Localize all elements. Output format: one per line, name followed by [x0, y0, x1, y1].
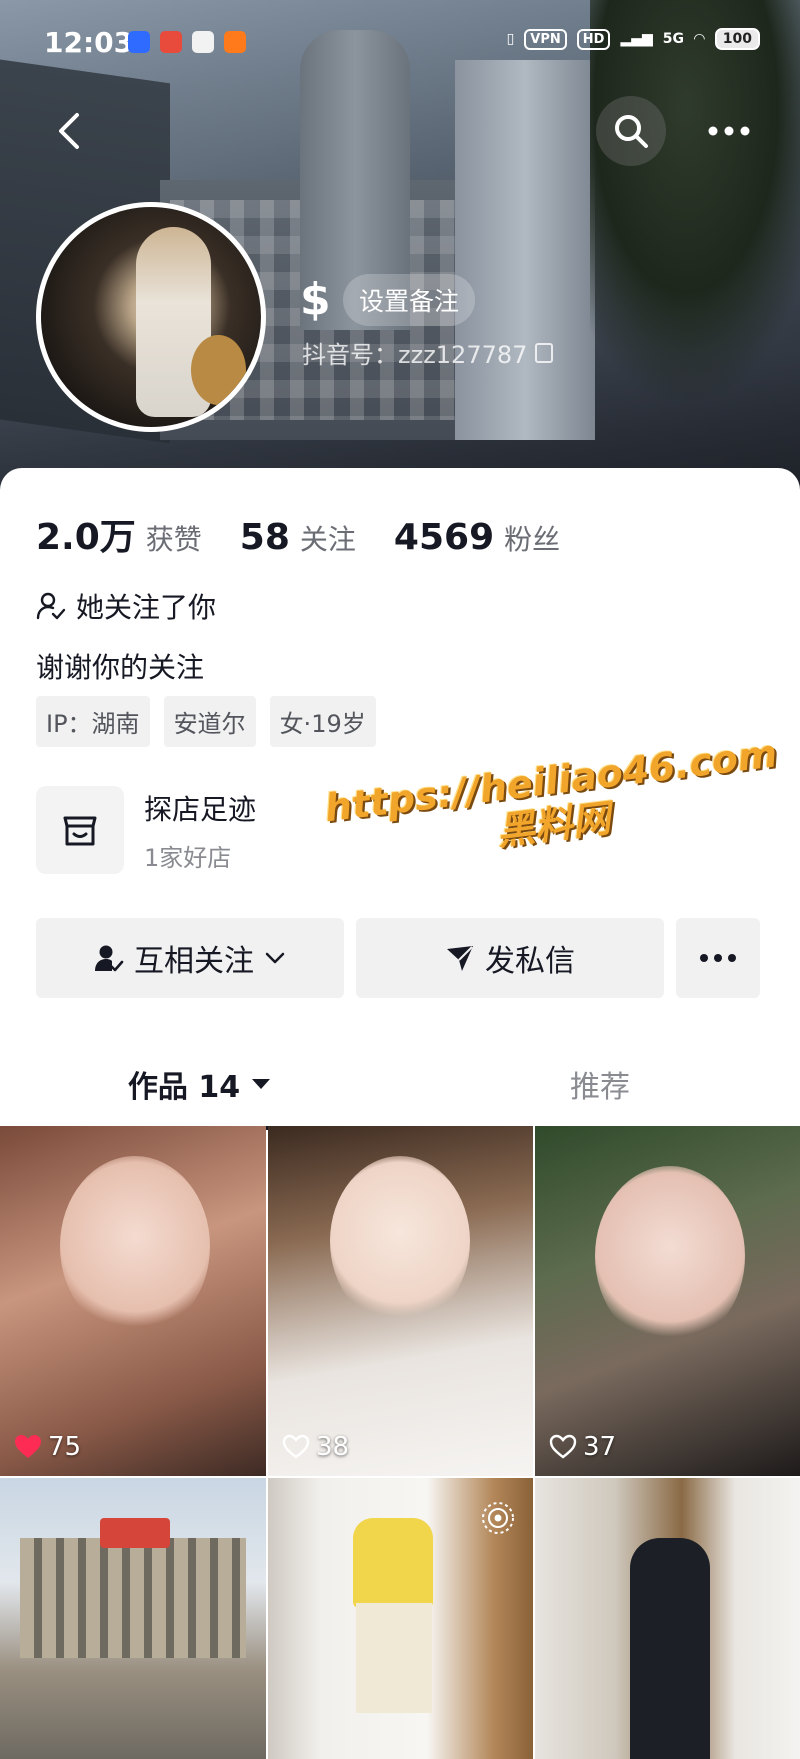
profile-tags: IP：湖南 安道尔 女·19岁	[36, 696, 376, 747]
post-likes: 75	[14, 1432, 81, 1462]
avatar[interactable]	[36, 202, 266, 432]
vibrate-icon: ▯	[506, 31, 515, 47]
tab-recommend[interactable]: 推荐	[400, 1044, 800, 1124]
heart-outline-icon	[282, 1434, 310, 1459]
post-thumbnail[interactable]	[268, 1478, 533, 1759]
post-likes-count: 37	[583, 1432, 617, 1462]
post-image-emblem	[100, 1518, 170, 1548]
post-likes-count: 75	[48, 1432, 82, 1462]
mutual-follow-button[interactable]: 互相关注	[36, 918, 344, 998]
post-thumbnail[interactable]	[535, 1478, 800, 1759]
follows-you-indicator: 她关注了你	[36, 586, 216, 626]
profile-actions: 互相关注 发私信	[36, 918, 760, 998]
battery-indicator: 100	[714, 28, 760, 50]
post-thumbnail[interactable]: 37	[535, 1126, 800, 1476]
post-likes: 38	[282, 1432, 349, 1462]
post-likes: 37	[549, 1432, 616, 1462]
shop-subtitle: 1家好店	[144, 843, 232, 872]
store-notification-icon	[224, 31, 246, 53]
shop-visits-entry[interactable]: 探店足迹 1家好店	[36, 786, 256, 874]
wechat-notification-icon	[192, 31, 214, 53]
following-label: 关注	[299, 523, 356, 556]
caret-down-icon	[252, 1079, 271, 1089]
post-likes-count: 38	[316, 1432, 350, 1462]
status-time: 12:03	[44, 26, 134, 59]
post-image-skirt	[356, 1603, 432, 1713]
username-symbol: $	[300, 274, 331, 325]
back-button[interactable]	[35, 96, 105, 166]
mutual-follow-label: 互相关注	[134, 944, 254, 979]
douyin-id-text: 抖音号：zzz127787	[302, 341, 528, 369]
shop-title: 探店足迹	[144, 792, 257, 826]
more-actions-button[interactable]	[676, 918, 760, 998]
post-image	[630, 1538, 710, 1759]
tag-location: 安道尔	[163, 696, 256, 747]
post-image	[330, 1156, 470, 1326]
douyin-id[interactable]: 抖音号：zzz127787	[302, 335, 554, 370]
content-tabs: 作品 14 推荐	[0, 1044, 800, 1130]
copy-icon[interactable]	[535, 342, 554, 363]
stat-followers[interactable]: 4569 粉丝	[394, 517, 560, 558]
followers-label: 粉丝	[504, 523, 561, 556]
wifi-icon: ◠	[693, 31, 705, 47]
post-thumbnail[interactable]: 38	[268, 1126, 533, 1476]
post-thumbnail[interactable]	[0, 1478, 266, 1759]
live-photo-icon	[482, 1502, 514, 1534]
chevron-down-icon	[265, 952, 285, 964]
stat-likes[interactable]: 2.0万 获赞	[36, 508, 202, 560]
followers-count: 4569	[393, 517, 495, 558]
back-arrow-icon	[59, 113, 79, 149]
heart-outline-icon	[549, 1434, 577, 1459]
avatar-teddy-bear	[191, 335, 246, 405]
posts-grid: 75 38 37	[0, 1126, 800, 1759]
profile-bio: 谢谢你的关注	[36, 651, 205, 684]
post-image	[20, 1538, 246, 1658]
likes-label: 获赞	[145, 523, 202, 556]
shop-icon-box	[36, 786, 124, 874]
following-count: 58	[239, 517, 290, 558]
more-options-button[interactable]	[694, 96, 764, 166]
stat-following[interactable]: 58 关注	[240, 517, 356, 558]
heart-filled-icon	[15, 1435, 41, 1458]
post-image	[353, 1518, 433, 1608]
search-icon	[615, 115, 648, 148]
user-check-icon	[95, 945, 124, 972]
store-icon	[63, 816, 97, 846]
shop-text: 探店足迹 1家好店	[144, 788, 256, 873]
post-thumbnail[interactable]: 75	[0, 1126, 266, 1476]
tab-works[interactable]: 作品 14	[0, 1044, 400, 1124]
more-dots-icon	[700, 954, 736, 962]
watermark-overlay: https://heiliao46.com 黑料网	[322, 731, 779, 875]
send-icon	[447, 946, 473, 971]
user-check-icon	[36, 592, 66, 620]
send-message-label: 发私信	[485, 944, 575, 979]
map-notification-icon	[160, 31, 182, 53]
post-image	[60, 1156, 210, 1336]
profile-stats: 2.0万 获赞 58 关注 4569 粉丝	[36, 508, 560, 560]
tag-ip: IP：湖南	[36, 696, 150, 747]
profile-panel: 2.0万 获赞 58 关注 4569 粉丝 她关注了你 谢谢你的关注 IP：湖南…	[0, 468, 800, 1759]
app-notification-icon	[128, 31, 150, 53]
more-dots-icon	[708, 126, 750, 136]
status-indicators: ▯ VPN HD ▂▄▆ 5G ◠ 100	[507, 28, 760, 50]
tag-gender-age: 女·19岁	[269, 696, 376, 747]
vpn-badge: VPN	[524, 28, 567, 50]
cover-skyscraper	[455, 60, 595, 440]
tab-works-label: 作品 14	[127, 1070, 241, 1105]
status-bar: 12:03 ▯ VPN HD ▂▄▆ 5G ◠ 100	[0, 0, 800, 86]
signal-icon: ▂▄▆	[620, 31, 653, 47]
notification-icons	[128, 31, 246, 53]
likes-count: 2.0万	[36, 517, 136, 558]
follows-you-text: 她关注了你	[76, 591, 217, 624]
send-message-button[interactable]: 发私信	[356, 918, 664, 998]
set-remark-button[interactable]: 设置备注	[343, 274, 476, 326]
hd-badge: HD	[576, 28, 611, 50]
network-type: 5G	[662, 31, 684, 47]
search-button[interactable]	[596, 96, 666, 166]
post-image	[595, 1166, 745, 1346]
